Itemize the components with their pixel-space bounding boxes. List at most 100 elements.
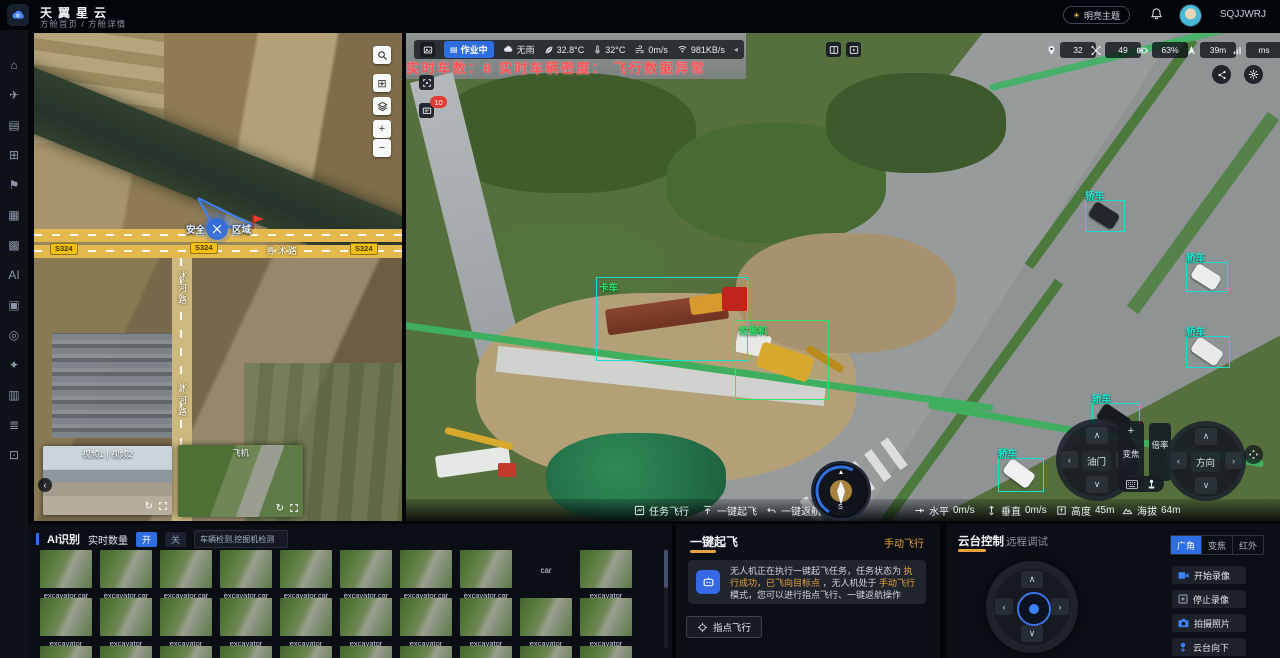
frame-capture-icon[interactable] — [419, 75, 434, 90]
plus-icon[interactable]: + — [1128, 425, 1134, 437]
sidebar-item-cert[interactable]: ◎ — [0, 320, 28, 350]
gimbal-down-button[interactable]: ∨ — [1021, 625, 1043, 642]
sidebar-item-drone[interactable]: ✈ — [0, 80, 28, 110]
detection-thumbnail[interactable] — [40, 598, 92, 636]
detection-thumbnail[interactable] — [280, 598, 332, 636]
detection-filter-select[interactable]: 车辆检测,挖掘机检测 — [194, 530, 288, 548]
detection-thumbnail[interactable] — [220, 550, 272, 588]
sidebar-item-home[interactable]: ⌂ — [0, 50, 28, 80]
chevron-up-icon[interactable]: ∧ — [1195, 428, 1217, 445]
detection-thumbnail[interactable] — [580, 646, 632, 658]
sidebar-item-media[interactable]: ▦ — [0, 200, 28, 230]
point-flight-button[interactable]: 指点飞行 — [686, 616, 762, 638]
move-expand-icon[interactable] — [1244, 445, 1263, 464]
ai-toggle-on[interactable]: 开 — [136, 532, 157, 547]
map-panel[interactable]: 安全 区域 S324 S324 S324 青沭路 沭河路 沭河路 ⊞ + − 视… — [34, 33, 402, 521]
share-button[interactable] — [1212, 65, 1231, 84]
sidebar-item-tasks[interactable]: ≣ — [0, 410, 28, 440]
return-home-button[interactable]: 一键返航 — [766, 503, 821, 518]
detection-thumbnail[interactable] — [460, 646, 512, 658]
zoom-slider-label: 变焦 — [1122, 448, 1139, 460]
detection-thumbnail[interactable] — [340, 646, 392, 658]
detection-thumbnail[interactable] — [280, 646, 332, 658]
gimbal-point-down-button[interactable]: 云台向下 — [1172, 638, 1246, 656]
player-icon[interactable] — [846, 42, 861, 57]
detection-thumbnail[interactable] — [280, 550, 332, 588]
sidebar-item-journal[interactable]: ⊡ — [0, 440, 28, 470]
settings-button[interactable] — [1244, 65, 1263, 84]
take-photo-button[interactable]: 拍摄照片 — [1172, 614, 1246, 632]
start-record-button[interactable]: 开始录像 — [1172, 566, 1246, 584]
chevron-left-icon[interactable]: ‹ — [1170, 452, 1187, 469]
gimbal-down-icon — [1178, 642, 1188, 653]
detection-thumbnail[interactable] — [520, 646, 572, 658]
detection-thumbnail[interactable] — [400, 550, 452, 588]
detection-thumbnail[interactable] — [160, 550, 212, 588]
tab-gimbal-control[interactable]: 云台控制 — [958, 533, 1004, 549]
working-status-badge: ▤ 作业中 — [444, 41, 494, 58]
detection-thumbnail[interactable] — [160, 598, 212, 636]
gimbal-up-button[interactable]: ∧ — [1021, 571, 1043, 588]
sidebar-item-network[interactable]: ▩ — [0, 230, 28, 260]
sidebar-item-files[interactable]: ▣ — [0, 290, 28, 320]
detection-thumbnail[interactable] — [580, 550, 632, 588]
app-logo[interactable] — [7, 4, 29, 26]
sidebar-item-ai[interactable]: AI — [0, 260, 28, 290]
gimbal-panel: 云台控制 远程调试 广角 变焦 红外 ∧ ∨ ‹ › 开始录像 停止录像 拍摄照… — [946, 524, 1280, 658]
direction-joystick[interactable]: ∧ ∨ ‹ › 方向 — [1166, 421, 1246, 501]
detection-thumbnail[interactable] — [400, 646, 452, 658]
chevron-down-icon[interactable]: ∨ — [1086, 476, 1108, 493]
gimbal-left-button[interactable]: ‹ — [995, 598, 1013, 615]
avatar[interactable] — [1179, 4, 1202, 27]
detection-thumbnail[interactable] — [40, 550, 92, 588]
detection-thumbnail[interactable] — [100, 598, 152, 636]
breadcrumb[interactable]: 方舱首页 / 方舱详情 — [40, 18, 126, 30]
chevron-up-icon[interactable]: ∧ — [1086, 427, 1108, 444]
sidebar-item-analytics[interactable]: ▥ — [0, 380, 28, 410]
detection-thumbnail[interactable] — [220, 598, 272, 636]
chevron-right-icon[interactable]: › — [1225, 452, 1242, 469]
detection-thumbnail[interactable] — [460, 598, 512, 636]
sidebar-item-report[interactable]: ✦ — [0, 350, 28, 380]
compass[interactable]: S — [814, 464, 868, 518]
one-key-takeoff-button[interactable]: 一键起飞 — [702, 503, 757, 518]
manual-flight-link[interactable]: 手动飞行 — [884, 535, 924, 550]
mission-flight-button[interactable]: 任务飞行 — [634, 503, 689, 518]
gimbal-right-button[interactable]: › — [1051, 598, 1069, 615]
scrollbar-thumb[interactable] — [664, 550, 668, 588]
mode-wide-angle[interactable]: 广角 — [1171, 536, 1202, 554]
chevron-left-icon[interactable]: ‹ — [1061, 451, 1078, 468]
collapse-arrow-icon[interactable]: ◂ — [734, 45, 738, 54]
drone-marker[interactable] — [206, 218, 228, 240]
mode-zoom[interactable]: 变焦 — [1202, 536, 1233, 554]
detection-thumbnail[interactable] — [460, 550, 512, 588]
detection-thumbnail[interactable] — [100, 550, 152, 588]
capture-icon[interactable] — [420, 42, 435, 57]
joystick-icon[interactable] — [1147, 479, 1156, 490]
detection-thumbnail[interactable] — [160, 646, 212, 658]
detection-thumbnail[interactable] — [520, 598, 572, 636]
theme-toggle[interactable]: ☀ 明亮主题 — [1063, 6, 1130, 24]
sidebar-item-route[interactable]: ⚑ — [0, 170, 28, 200]
gimbal-center-button[interactable] — [1017, 592, 1051, 626]
stop-record-button[interactable]: 停止录像 — [1172, 590, 1246, 608]
ai-toggle-off[interactable]: 关 — [165, 532, 186, 547]
detection-box-sedan — [1186, 262, 1228, 292]
detection-thumbnail[interactable] — [340, 550, 392, 588]
notification-bell-icon[interactable] — [1149, 7, 1165, 23]
chevron-down-icon[interactable]: ∨ — [1195, 477, 1217, 494]
tab-remote-debug[interactable]: 远程调试 — [1006, 534, 1048, 549]
split-view-icon[interactable] — [826, 42, 841, 57]
detection-thumbnail[interactable] — [340, 598, 392, 636]
detection-thumbnail[interactable] — [400, 598, 452, 636]
detection-thumbnail[interactable] — [220, 646, 272, 658]
keyboard-icon[interactable] — [1126, 480, 1138, 489]
detection-thumbnail[interactable] — [100, 646, 152, 658]
detection-thumbnail[interactable] — [40, 646, 92, 658]
video-feed[interactable]: 卡车 挖掘机 轿车 轿车 轿车 轿车 轿车 ▤ 作业中 无雨 — [406, 33, 1280, 521]
sidebar-item-apps[interactable]: ⊞ — [0, 140, 28, 170]
tab-one-key-takeoff[interactable]: 一键起飞 — [690, 533, 738, 550]
sidebar-item-dock[interactable]: ▤ — [0, 110, 28, 140]
mode-infrared[interactable]: 红外 — [1233, 536, 1263, 554]
detection-thumbnail[interactable] — [580, 598, 632, 636]
